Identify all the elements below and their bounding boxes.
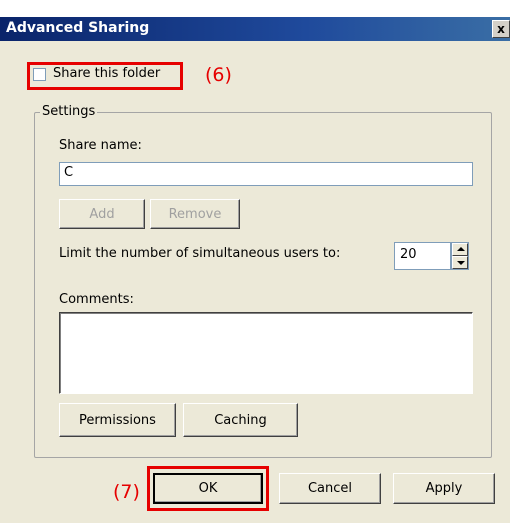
- screen-top-margin: [0, 0, 510, 17]
- spin-up-button[interactable]: [452, 243, 468, 256]
- caching-button-label: Caching: [214, 412, 267, 428]
- apply-button-label: Apply: [425, 481, 463, 496]
- callout-6: (6): [205, 64, 232, 86]
- permissions-button-label: Permissions: [79, 412, 156, 428]
- limit-users-input[interactable]: 20: [394, 242, 451, 270]
- down-arrow-icon: [457, 261, 465, 265]
- ok-button-label: OK: [198, 481, 218, 496]
- share-name-label: Share name:: [59, 138, 142, 153]
- cancel-button[interactable]: Cancel: [279, 473, 381, 504]
- apply-button[interactable]: Apply: [393, 473, 495, 504]
- permissions-button[interactable]: Permissions: [59, 403, 176, 437]
- up-arrow-icon: [457, 247, 465, 251]
- share-folder-checkbox[interactable]: [33, 68, 46, 81]
- title-bar[interactable]: Advanced Sharing x: [0, 17, 510, 41]
- cancel-button-label: Cancel: [307, 481, 353, 496]
- spin-down-button[interactable]: [452, 256, 468, 269]
- dialog-title: Advanced Sharing: [6, 20, 150, 36]
- remove-button[interactable]: Remove: [150, 199, 240, 229]
- settings-group-label: Settings: [40, 104, 98, 119]
- add-button-label: Add: [89, 206, 115, 222]
- share-name-input[interactable]: C: [59, 162, 473, 186]
- remove-button-label: Remove: [168, 206, 222, 222]
- close-icon: x: [497, 22, 505, 36]
- ok-button[interactable]: OK: [153, 473, 263, 504]
- limit-users-label: Limit the number of simultaneous users t…: [59, 246, 341, 261]
- share-folder-label[interactable]: Share this folder: [53, 66, 160, 81]
- callout-7: (7): [113, 481, 140, 503]
- comments-textarea[interactable]: [59, 312, 473, 394]
- limit-users-spinner[interactable]: [451, 242, 469, 270]
- comments-label: Comments:: [59, 292, 134, 307]
- caching-button[interactable]: Caching: [183, 403, 298, 437]
- add-button[interactable]: Add: [59, 199, 145, 229]
- close-button[interactable]: x: [492, 20, 510, 38]
